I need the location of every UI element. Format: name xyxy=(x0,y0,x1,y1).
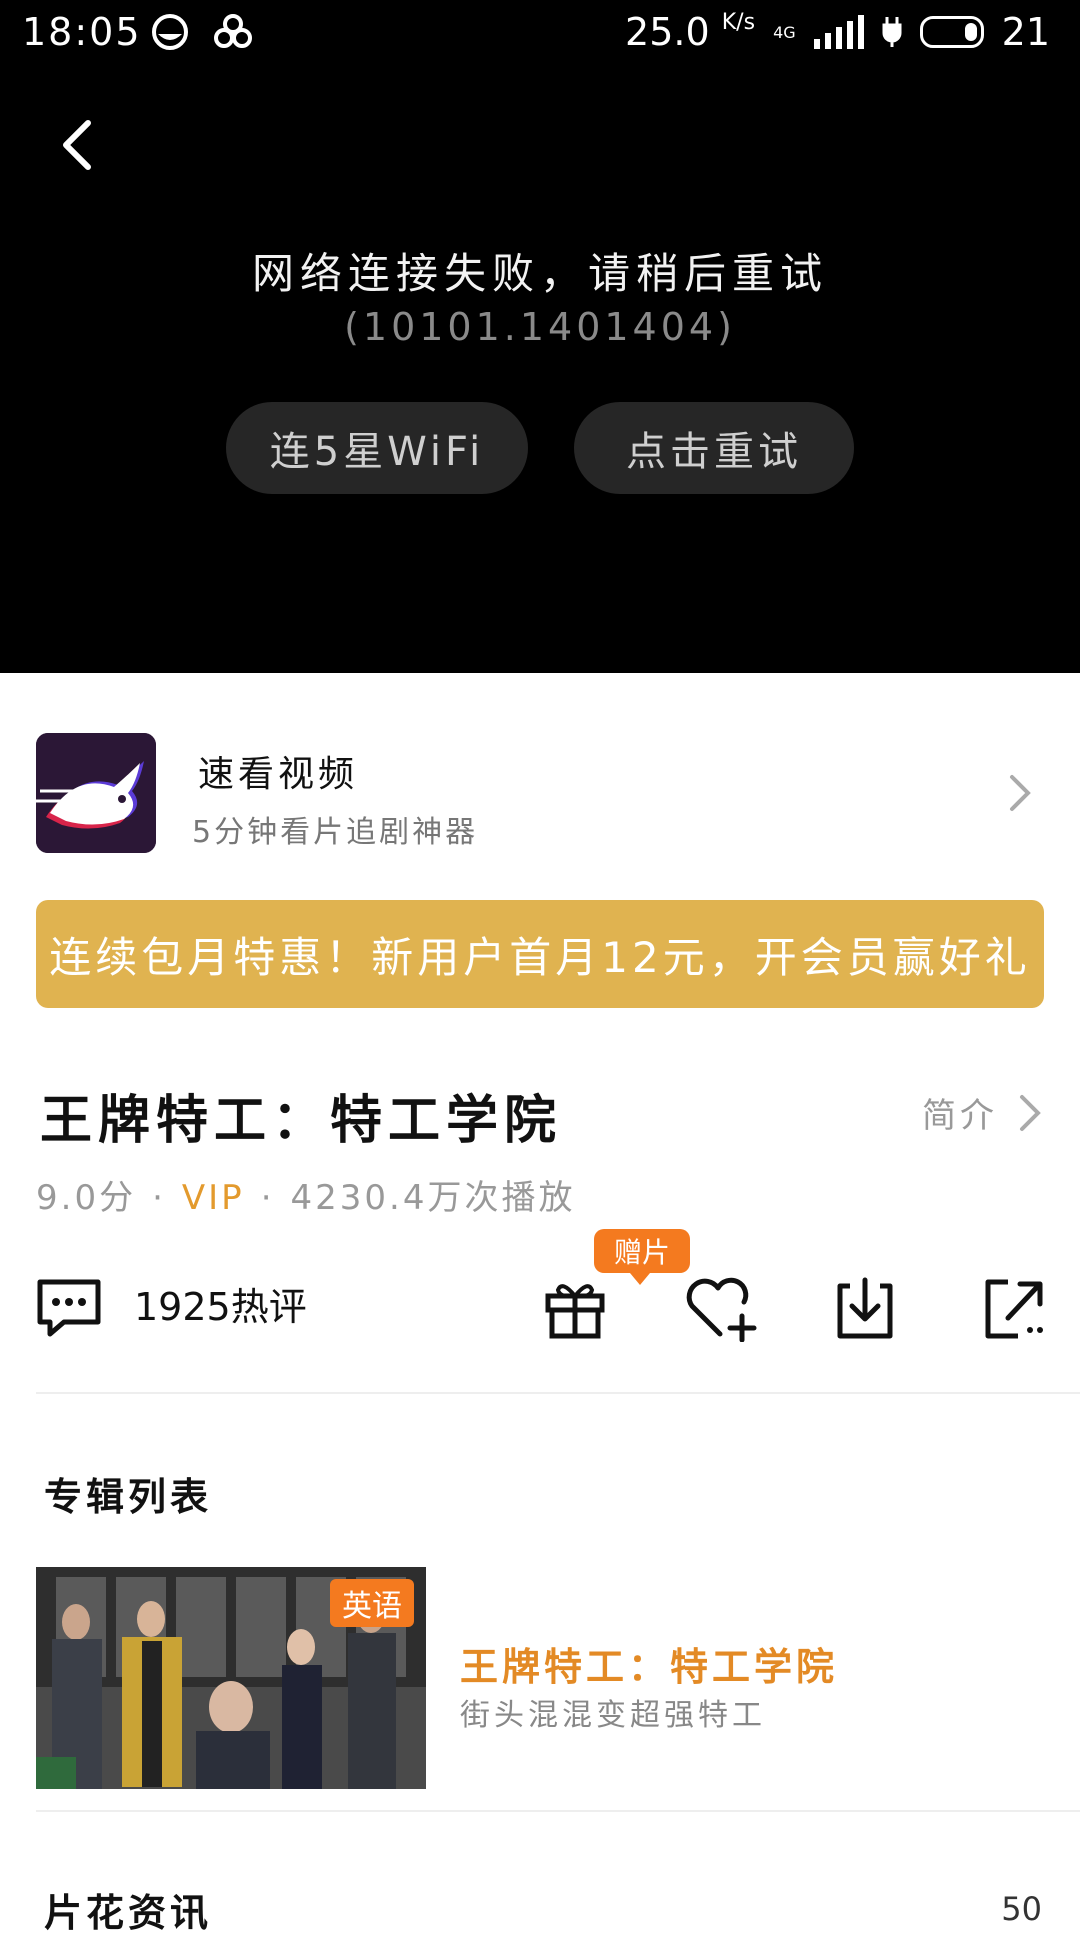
app-promo-row[interactable]: 速看视频 5分钟看片追剧神器 xyxy=(0,733,1080,853)
album-item-title[interactable]: 王牌特工：特工学院 xyxy=(460,1636,838,1691)
chevron-right-icon xyxy=(1020,1094,1041,1131)
intro-link[interactable]: 简介 xyxy=(922,1088,1044,1137)
charging-icon xyxy=(882,17,902,47)
intro-label: 简介 xyxy=(922,1096,998,1136)
network-speed: 25.0 K/s xyxy=(625,10,756,54)
album-thumbnail[interactable]: 英语 xyxy=(36,1567,426,1789)
status-bar: 18:05 25.0 K/s 4G 21 xyxy=(0,0,1080,66)
signal-icon xyxy=(813,15,864,49)
app-name: 速看视频 xyxy=(198,754,359,795)
app-subtitle: 5分钟看片追剧神器 xyxy=(192,815,479,850)
error-code: (10101.1401404) xyxy=(344,305,736,349)
network-type: 4G xyxy=(773,22,796,42)
error-message: 网络连接失败，请稍后重试 xyxy=(251,249,828,298)
divider xyxy=(36,1392,1080,1394)
rabbit-logo-icon xyxy=(36,733,156,853)
album-section-title: 专辑列表 xyxy=(44,1475,213,1519)
favorite-add-icon[interactable] xyxy=(682,1272,762,1342)
play-count: 4230.4万次播放 xyxy=(290,1178,576,1218)
news-section-title: 片花资讯 xyxy=(44,1891,213,1935)
download-icon[interactable] xyxy=(830,1272,900,1342)
battery-level: 21 xyxy=(1001,10,1050,54)
language-tag: 英语 xyxy=(330,1579,414,1627)
show-meta: 9.0分 · VIP · 4230.4万次播放 xyxy=(36,1178,576,1218)
connect-wifi-button[interactable]: 连5星WiFi xyxy=(226,402,528,494)
news-count[interactable]: 50 xyxy=(1001,1890,1042,1928)
album-item-subtitle: 街头混混变超强特工 xyxy=(460,1698,766,1733)
gift-badge: 赠片 xyxy=(594,1229,690,1285)
show-title: 王牌特工：特工学院 xyxy=(40,1091,563,1151)
status-time: 18:05 xyxy=(22,10,142,54)
vip-promo-banner[interactable]: 连续包月特惠！新用户首月12元，开会员赢好礼 xyxy=(36,900,1044,1008)
notification-cloud-icon xyxy=(214,14,252,48)
battery-icon xyxy=(919,16,984,48)
video-player[interactable]: 18:05 25.0 K/s 4G 21 网络连接失败，请稍后重试 (10101… xyxy=(0,0,1080,673)
vip-label: VIP xyxy=(181,1178,245,1218)
chevron-right-icon xyxy=(1010,775,1031,811)
gift-icon[interactable] xyxy=(540,1272,610,1342)
comment-icon[interactable] xyxy=(34,1272,104,1342)
back-arrow-icon[interactable] xyxy=(50,115,110,175)
score: 9.0分 xyxy=(36,1178,137,1218)
notification-app-icon xyxy=(152,14,188,50)
share-icon[interactable] xyxy=(978,1272,1048,1342)
divider xyxy=(36,1810,1080,1812)
comments-count[interactable]: 1925热评 xyxy=(134,1276,307,1331)
retry-button[interactable]: 点击重试 xyxy=(574,402,854,494)
